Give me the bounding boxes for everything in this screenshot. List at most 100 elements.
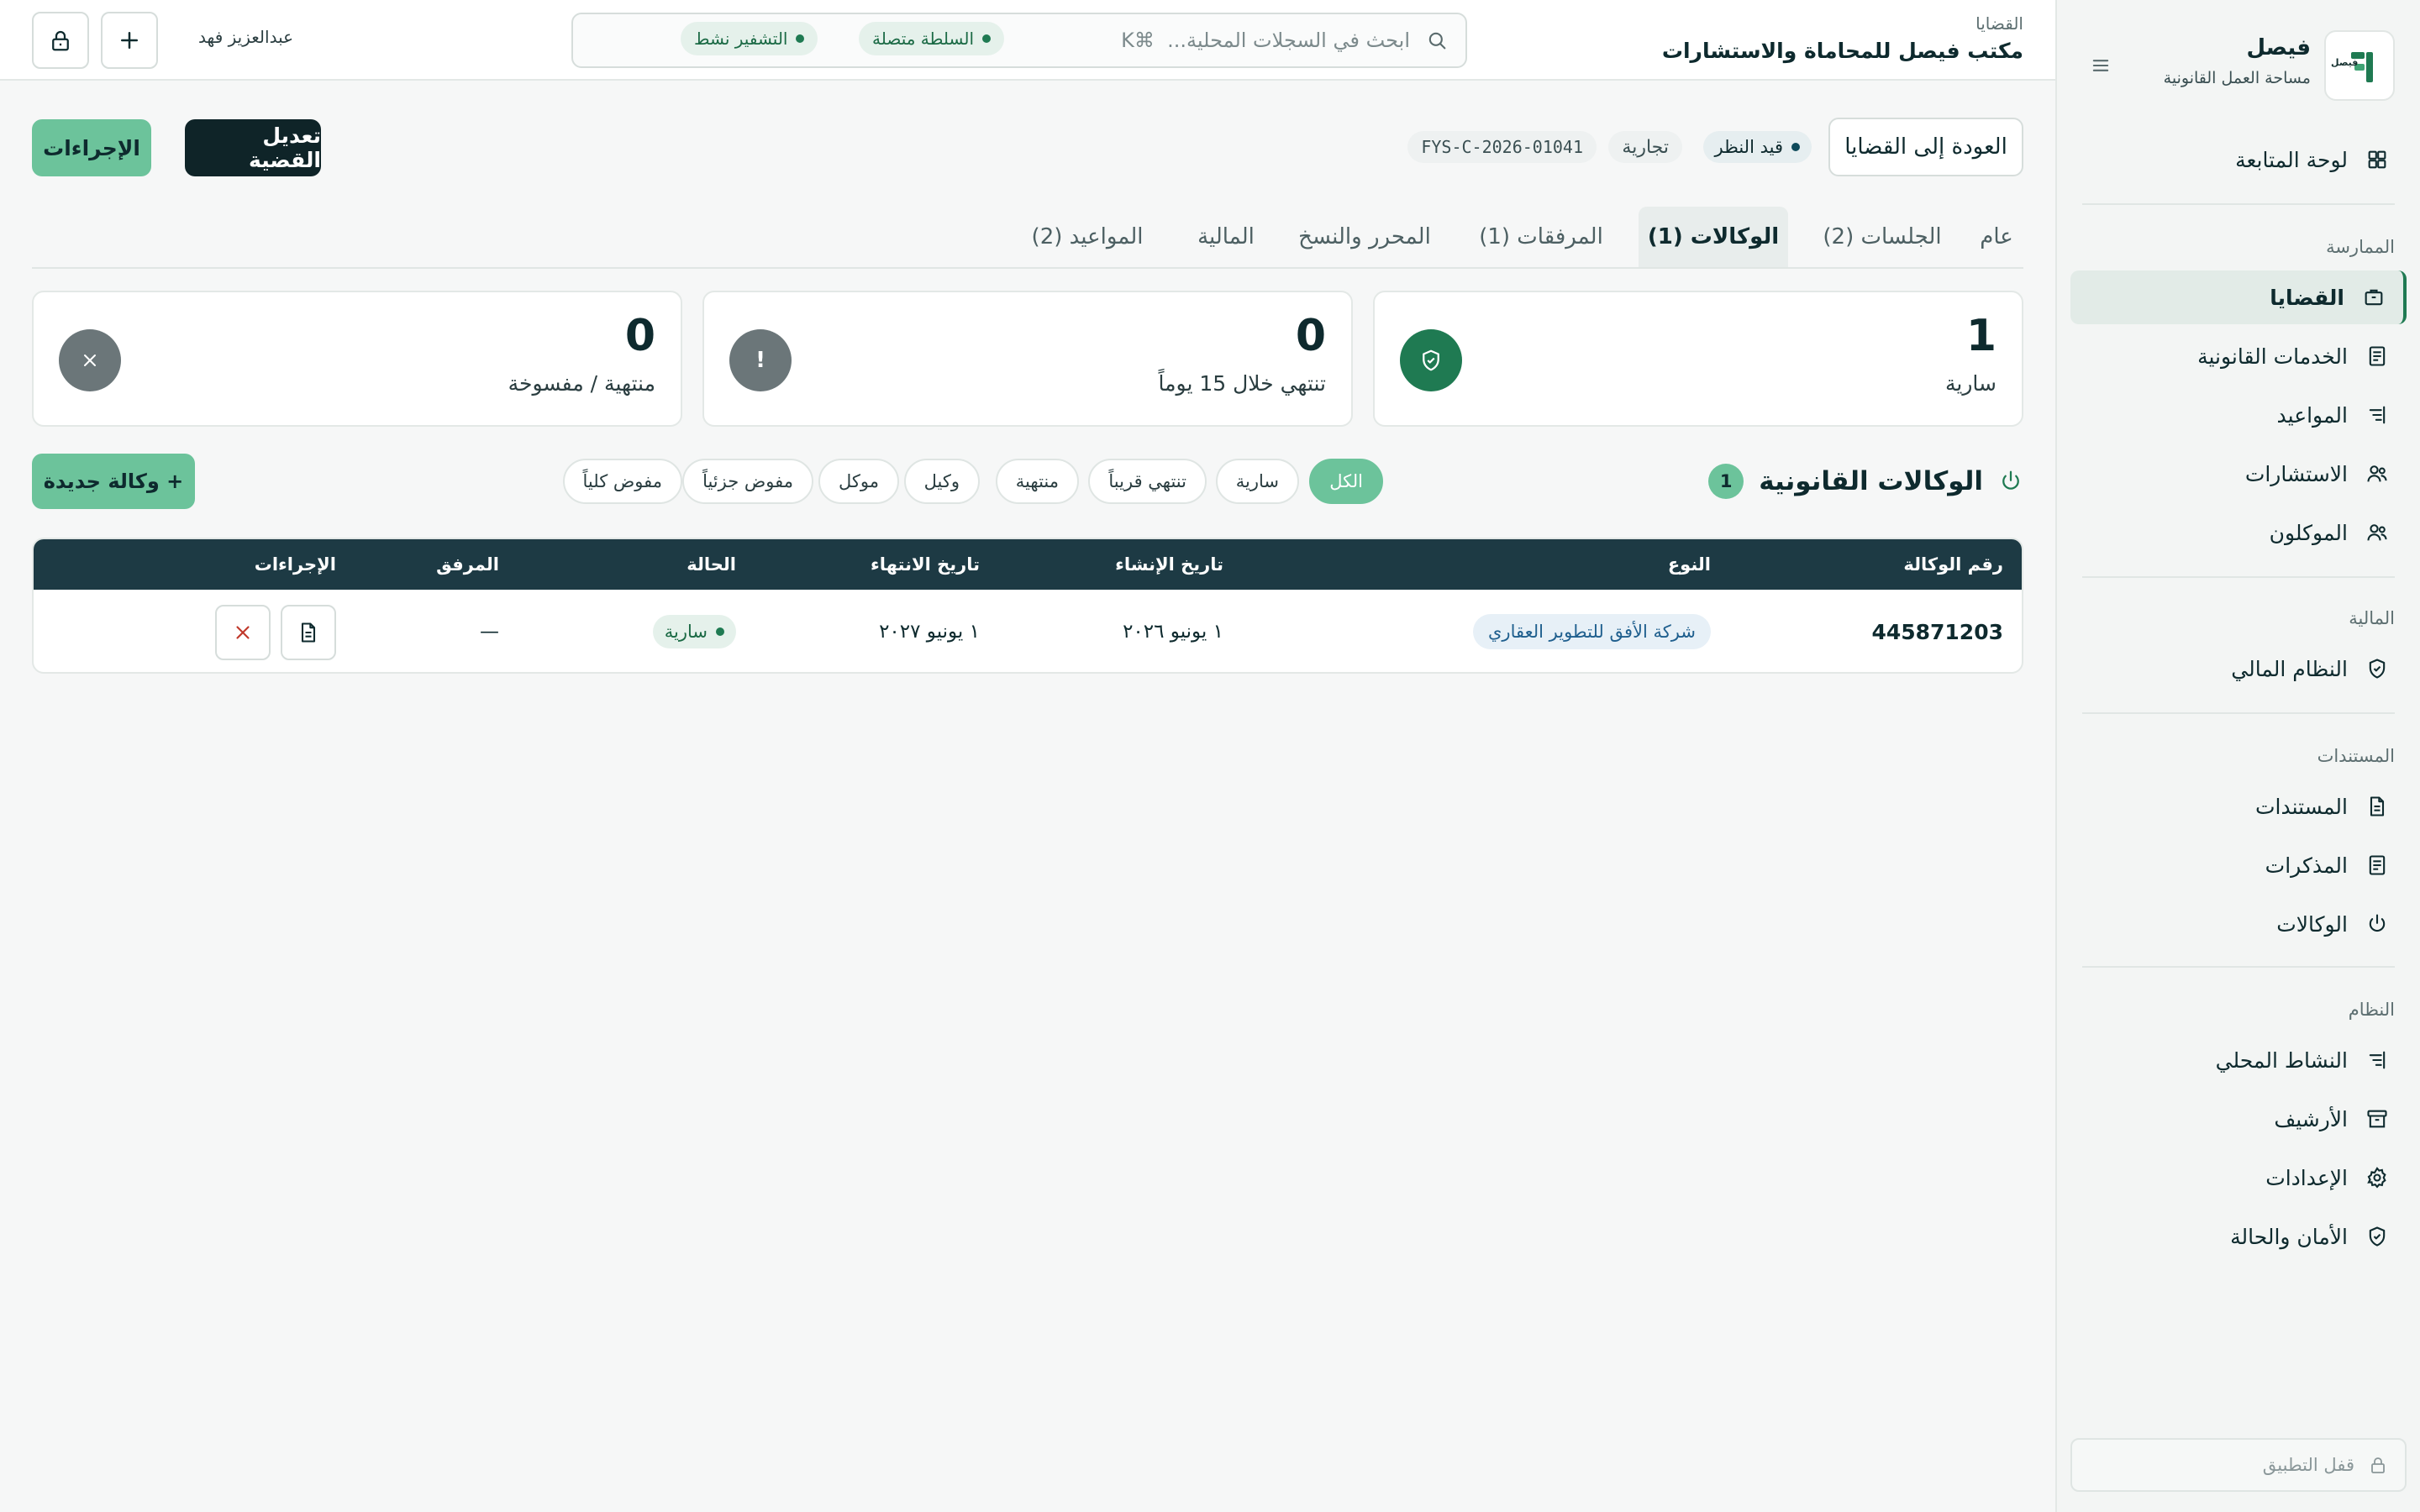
- stat-value: 0: [624, 311, 655, 361]
- sidebar-divider: [2082, 576, 2395, 578]
- sidebar-item-appointments[interactable]: المواعيد: [2070, 388, 2407, 442]
- sidebar-item-label: الموكلون: [2269, 520, 2348, 545]
- stat-card-expired: 0 منتهية / مفسوخة: [32, 291, 682, 427]
- tab-general[interactable]: عام: [1970, 207, 2023, 267]
- authority-status-text: السلطة متصلة: [872, 29, 975, 49]
- sidebar-item-cases[interactable]: القضايا: [2070, 270, 2407, 324]
- sidebar-item-legal-services[interactable]: الخدمات القانونية: [2070, 329, 2407, 383]
- breadcrumb[interactable]: القضايا: [1975, 13, 2023, 34]
- filter-chip-active[interactable]: سارية: [1215, 459, 1299, 504]
- exclamation-icon: !: [729, 329, 792, 391]
- sidebar-item-clients[interactable]: الموكلون: [2070, 506, 2407, 559]
- poa-number: 445871203: [1871, 619, 2003, 644]
- timeline-icon: [2365, 402, 2390, 428]
- tab-finance[interactable]: المالية: [1180, 207, 1272, 267]
- sidebar-item-settings[interactable]: الإعدادات: [2070, 1151, 2407, 1205]
- lock-icon: [2368, 1455, 2388, 1475]
- poa-type-cell: شركة الأفق للتطوير العقاري: [1473, 590, 1711, 672]
- shield-check-icon: [1400, 329, 1462, 391]
- sidebar-item-label: المذكرات: [2265, 853, 2348, 878]
- back-to-cases-button[interactable]: العودة إلى القضايا: [1828, 118, 2023, 176]
- status-dot-icon: [796, 34, 805, 43]
- filter-chip-expired[interactable]: منتهية: [995, 459, 1079, 504]
- sidebar-section-finance: المالية: [2349, 608, 2395, 628]
- lock-button[interactable]: [32, 12, 89, 69]
- power-icon: [2365, 911, 2390, 937]
- status-dot-icon: [982, 34, 992, 43]
- close-icon: [59, 329, 121, 391]
- search-icon: [1425, 29, 1449, 52]
- sidebar-item-dashboard[interactable]: لوحة المتابعة: [2070, 133, 2407, 186]
- gear-icon: [2365, 1165, 2390, 1190]
- filter-chip-full[interactable]: مفوض كلياً: [562, 459, 682, 504]
- document-list-icon: [2365, 344, 2390, 369]
- filter-chip-expiring-soon[interactable]: تنتهي قريباً: [1088, 459, 1207, 504]
- filter-chip-agent[interactable]: وكيل: [903, 459, 980, 504]
- sidebar-item-local-activity[interactable]: النشاط المحلي: [2070, 1033, 2407, 1087]
- column-header-number: رقم الوكالة: [1903, 554, 2003, 575]
- sidebar-item-label: النشاط المحلي: [2215, 1047, 2348, 1073]
- users-icon: [2365, 461, 2390, 486]
- tab-powers-of-attorney[interactable]: الوكالات (1): [1639, 207, 1788, 267]
- filter-chip-all[interactable]: الكل: [1309, 459, 1383, 504]
- column-header-created: تاريخ الإنشاء: [1115, 554, 1223, 575]
- sidebar-item-label: الاستشارات: [2244, 461, 2348, 486]
- tab-attachments[interactable]: المرفقات (1): [1457, 207, 1625, 267]
- lock-app-button[interactable]: قفل التطبيق: [2070, 1438, 2407, 1492]
- poa-expiry-date: ١ يونيو ٢٠٢٧: [879, 621, 980, 643]
- brand: فيصل فيصل مساحة العمل القانونية: [2082, 30, 2395, 101]
- actions-button[interactable]: الإجراءات: [32, 119, 151, 176]
- section-title: الوكالات القانونية: [1759, 466, 1983, 496]
- document-icon: [2365, 794, 2390, 819]
- user-name[interactable]: عبدالعزيز فهد: [198, 27, 293, 47]
- sidebar-item-archive[interactable]: الأرشيف: [2070, 1092, 2407, 1146]
- sidebar-item-label: المواعيد: [2276, 402, 2348, 428]
- sidebar-section-practice: الممارسة: [2326, 237, 2395, 257]
- column-header-attachment: المرفق: [436, 554, 499, 575]
- status-dot-icon: [1791, 143, 1800, 151]
- stat-label: سارية: [1945, 371, 1996, 396]
- sidebar-item-consultations[interactable]: الاستشارات: [2070, 447, 2407, 501]
- count-badge: 1: [1708, 464, 1744, 499]
- add-button[interactable]: [101, 12, 158, 69]
- menu-collapse-icon[interactable]: [2089, 54, 2112, 77]
- sidebar-item-financial-system[interactable]: النظام المالي: [2070, 642, 2407, 696]
- sidebar-section-documents: المستندات: [2317, 746, 2395, 766]
- case-status-badge: قيد النظر: [1702, 131, 1812, 163]
- view-document-button[interactable]: [281, 605, 336, 660]
- brand-logo: فيصل: [2324, 30, 2395, 101]
- sidebar-item-documents[interactable]: المستندات: [2070, 780, 2407, 833]
- shield-check-icon: [2365, 656, 2390, 681]
- filter-chip-principal[interactable]: موكل: [818, 459, 899, 504]
- stat-card-expiring-soon: 0 تنتهي خلال 15 يوماً !: [702, 291, 1353, 427]
- tab-editor-copies[interactable]: المحرر والنسخ: [1281, 207, 1449, 267]
- case-code-badge: FYS-C-2026-01041: [1407, 131, 1597, 163]
- shield-check-icon: [2365, 1224, 2390, 1249]
- edit-case-button[interactable]: تعديل القضية: [185, 119, 321, 176]
- sidebar-item-label: الأرشيف: [2274, 1106, 2348, 1131]
- dashboard-grid-icon: [2365, 147, 2390, 172]
- new-poa-button[interactable]: + وكالة جديدة: [32, 454, 195, 509]
- briefcase-icon: [2361, 285, 2386, 310]
- sidebar-divider: [2082, 712, 2395, 714]
- sidebar-item-powers-of-attorney[interactable]: الوكالات: [2070, 897, 2407, 951]
- column-header-expiry: تاريخ الانتهاء: [871, 554, 980, 575]
- filter-chip-partial[interactable]: مفوض جزئياً: [682, 459, 813, 504]
- stat-card-active: 1 سارية: [1373, 291, 2023, 427]
- users-icon: [2365, 520, 2390, 545]
- tab-sessions[interactable]: الجلسات (2): [1813, 207, 1951, 267]
- page-title: مكتب فيصل للمحاماة والاستشارات: [1661, 39, 2023, 63]
- sidebar-divider: [2082, 966, 2395, 968]
- case-status-text: قيد النظر: [1714, 137, 1783, 157]
- poa-status-cell: سارية: [652, 590, 736, 672]
- revoke-button[interactable]: [215, 605, 271, 660]
- sidebar-item-label: الخدمات القانونية: [2197, 344, 2348, 369]
- sidebar-item-memos[interactable]: المذكرات: [2070, 838, 2407, 892]
- sidebar-item-security-status[interactable]: الأمان والحالة: [2070, 1210, 2407, 1263]
- sidebar-item-label: الإعدادات: [2265, 1165, 2348, 1190]
- status-badge: سارية: [652, 615, 736, 648]
- table-row[interactable]: 445871203 شركة الأفق للتطوير العقاري ١ ي…: [34, 590, 2022, 672]
- stat-value: 0: [1295, 311, 1326, 361]
- tab-appointments[interactable]: المواعيد (2): [1003, 207, 1171, 267]
- sidebar-item-label: القضايا: [2270, 285, 2344, 310]
